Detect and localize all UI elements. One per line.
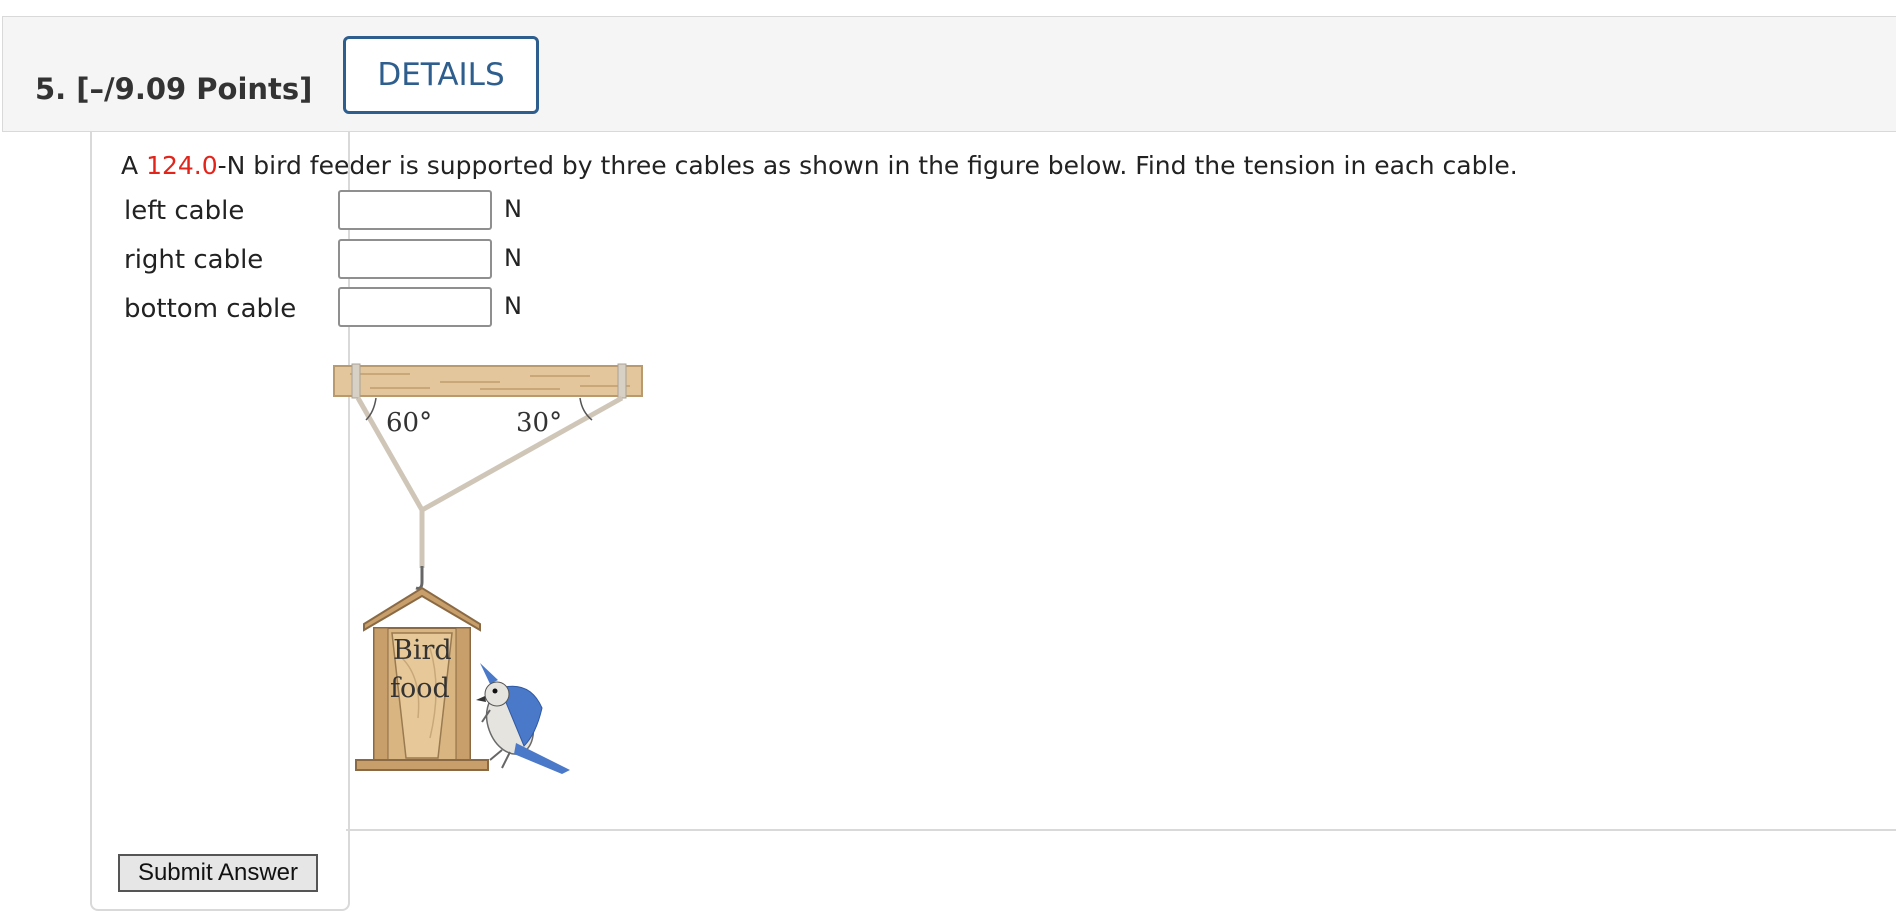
left-cable-input[interactable] [338, 190, 492, 230]
feeder-left-post [373, 627, 389, 769]
right-cable-label: right cable [124, 245, 264, 275]
bird-icon [476, 663, 570, 774]
bottom-cable-input[interactable] [338, 287, 492, 327]
sign-line-food: food [390, 673, 450, 704]
question-header: 5. [–/9.09 Points] [2, 16, 1896, 132]
feeder-right-post [455, 627, 471, 769]
left-cable-unit: N [504, 195, 522, 223]
left-angle-label: 60° [386, 408, 432, 438]
right-rope-tie [617, 363, 627, 399]
details-button[interactable]: DETAILS [343, 36, 539, 114]
hook [415, 566, 424, 590]
submit-answer-button[interactable]: Submit Answer [118, 854, 318, 892]
bottom-cable-label: bottom cable [124, 294, 297, 324]
question-prompt: A 124.0-N bird feeder is supported by th… [121, 151, 1518, 180]
feeder-roof [363, 586, 481, 632]
left-cable-label: left cable [124, 196, 245, 226]
prompt-text-after: -N bird feeder is supported by three cab… [217, 151, 1518, 180]
bottom-cable-unit: N [504, 292, 522, 320]
given-weight-value: 124.0 [146, 151, 218, 180]
right-cable-unit: N [504, 244, 522, 272]
sign-line-bird: Bird [393, 635, 452, 666]
prompt-text-before: A [121, 151, 147, 180]
question-number-points: 5. [–/9.09 Points] [35, 72, 313, 106]
right-angle-label: 30° [516, 408, 562, 438]
left-rope-tie [351, 363, 361, 399]
bird-feeder-figure: 60° 30° Bird food [330, 358, 650, 778]
feeder-base [355, 759, 489, 771]
divider [346, 829, 1896, 831]
right-cable-input[interactable] [338, 239, 492, 279]
